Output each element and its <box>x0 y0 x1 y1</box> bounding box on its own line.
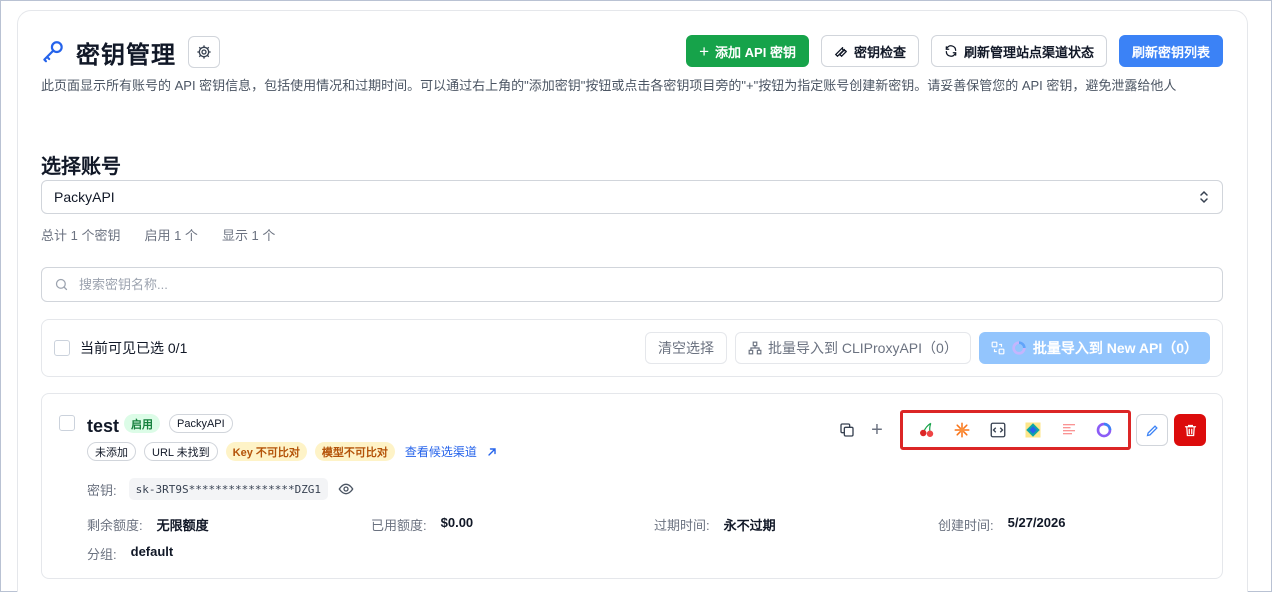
account-section-title: 选择账号 <box>41 156 121 178</box>
trash-icon <box>1184 424 1196 436</box>
account-select-value: PackyAPI <box>54 189 115 205</box>
sparkle-icon <box>954 422 970 438</box>
transfer-icon <box>991 341 1005 355</box>
stat-shown: 显示 1 个 <box>221 228 276 243</box>
stat-enabled: 启用 1 个 <box>144 228 198 243</box>
code-box-icon <box>990 422 1006 438</box>
refresh-key-list-button[interactable]: 刷新密钥列表 <box>1118 35 1223 67</box>
key-select-checkbox[interactable] <box>59 415 75 431</box>
search-input[interactable] <box>79 277 979 292</box>
key-value: sk-3RT9S****************DZG1 <box>128 478 329 500</box>
chip-icon <box>197 45 211 59</box>
bulk-import-cliproxy-button[interactable]: 批量导入到 CLIProxyAPI（0） <box>735 332 971 364</box>
remaining-quota-value: 无限额度 <box>156 518 209 533</box>
header-actions: + 添加 API 密钥 密钥检查 刷新管理站点渠道状态 刷新密钥列表 <box>686 35 1223 67</box>
key-card: test 启用 PackyAPI 未添加 URL 未找到 Key 不可比对 模型… <box>41 393 1223 579</box>
export-code-box-button[interactable] <box>987 419 1009 441</box>
toggle-key-visibility-button[interactable] <box>338 481 354 497</box>
external-arrow-icon <box>488 447 496 456</box>
refresh-icon <box>945 45 957 57</box>
created-time-value: 5/27/2026 <box>1007 515 1066 530</box>
used-quota: 已用额度: $0.00 <box>371 515 474 533</box>
key-compare-badge: Key 不可比对 <box>225 442 307 461</box>
search-box <box>41 267 1223 302</box>
wrench-icon <box>834 47 848 58</box>
key-primary-badges: 启用 PackyAPI <box>124 414 233 433</box>
chevron-up-down-icon <box>1200 190 1208 204</box>
expire-time-value: 永不过期 <box>723 518 776 533</box>
created-time: 创建时间: 5/27/2026 <box>938 515 1066 533</box>
plus-icon: + <box>871 419 883 441</box>
export-lobe-chat-button[interactable] <box>1058 419 1080 441</box>
eye-icon <box>338 483 354 495</box>
export-sparkle-button[interactable] <box>951 419 973 441</box>
new-api-ring-icon <box>1096 422 1112 438</box>
expire-time: 过期时间: 永不过期 <box>654 515 776 534</box>
new-api-ring-icon <box>1012 341 1026 355</box>
key-value-row: 密钥: sk-3RT9S****************DZG1 <box>87 478 354 500</box>
cherry-icon <box>919 422 933 437</box>
export-new-api-button[interactable] <box>1093 419 1115 441</box>
remaining-quota: 剩余额度: 无限额度 <box>87 515 209 534</box>
edit-key-button[interactable] <box>1136 414 1168 446</box>
key-icon <box>40 39 66 65</box>
used-quota-value: $0.00 <box>440 515 474 530</box>
bulk-actions: 清空选择 批量导入到 CLIProxyAPI（0） 批量导入到 New API（… <box>645 332 1210 364</box>
key-card-actions: + <box>832 410 1206 450</box>
copy-button[interactable] <box>832 415 862 445</box>
account-select[interactable]: PackyAPI <box>41 180 1223 214</box>
bulk-action-bar: 当前可见已选 0/1 清空选择 批量导入到 CLIProxyAPI（0） 批量导… <box>41 319 1223 377</box>
export-gem-button[interactable] <box>1022 419 1044 441</box>
key-channel-badges: 未添加 URL 未找到 Key 不可比对 模型不可比对 查看候选渠道 <box>87 442 497 461</box>
page-header: 密钥管理 <box>40 36 220 69</box>
stat-total: 总计 1 个密钥 <box>41 228 121 243</box>
account-badge: PackyAPI <box>169 414 233 433</box>
key-name: test <box>87 416 120 436</box>
copy-icon <box>840 423 854 437</box>
platform-export-group <box>900 410 1131 450</box>
key-group-value: default <box>130 544 174 559</box>
gem-icon <box>1025 422 1041 438</box>
bulk-import-newapi-button[interactable]: 批量导入到 New API（0） <box>978 332 1210 364</box>
refresh-channel-status-button[interactable]: 刷新管理站点渠道状态 <box>930 35 1107 67</box>
key-label: 密钥: <box>87 482 117 498</box>
delete-key-button[interactable] <box>1174 414 1206 446</box>
settings-button[interactable] <box>188 36 220 68</box>
key-stats: 总计 1 个密钥 启用 1 个 显示 1 个 <box>41 225 275 244</box>
selection-count: 当前可见已选 0/1 <box>80 340 188 356</box>
plus-icon: + <box>699 41 710 61</box>
add-api-key-button[interactable]: + 添加 API 密钥 <box>686 35 809 67</box>
key-check-button[interactable]: 密钥检查 <box>820 35 919 67</box>
status-badge: 启用 <box>124 414 160 433</box>
pencil-icon <box>1146 424 1158 436</box>
model-compare-badge: 模型不可比对 <box>314 442 395 461</box>
channel-added-badge: 未添加 <box>87 442 136 461</box>
page-description: 此页面显示所有账号的 API 密钥信息，包括使用情况和过期时间。可以通过右上角的… <box>41 78 1177 93</box>
key-group: 分组: default <box>87 544 174 562</box>
url-match-badge: URL 未找到 <box>144 442 218 461</box>
add-key-button[interactable]: + <box>862 415 892 445</box>
search-icon <box>55 278 68 291</box>
select-all-checkbox[interactable] <box>54 340 70 356</box>
lobe-chat-icon <box>1062 424 1075 435</box>
page-title: 密钥管理 <box>76 41 176 69</box>
clear-selection-button[interactable]: 清空选择 <box>645 332 727 364</box>
view-candidate-channels-link[interactable]: 查看候选渠道 <box>405 443 497 460</box>
export-cherry-studio-button[interactable] <box>916 419 938 441</box>
network-icon <box>748 341 762 355</box>
